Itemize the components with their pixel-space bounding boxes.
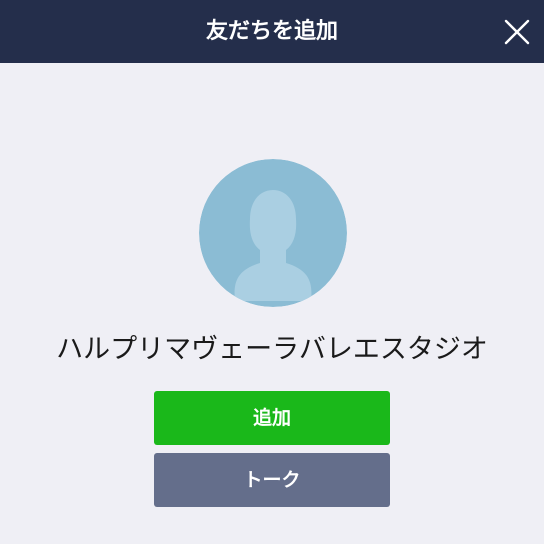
profile-avatar — [199, 159, 347, 307]
add-friend-button[interactable]: 追加 — [154, 391, 390, 445]
default-user-avatar-icon — [199, 159, 347, 307]
header-bar: 友だちを追加 — [0, 0, 544, 63]
page-title: 友だちを追加 — [205, 19, 338, 44]
talk-button[interactable]: トーク — [154, 453, 390, 507]
close-icon — [504, 19, 530, 45]
add-friend-screen: 友だちを追加 ハルプリマヴェーラバレエスタジオ 追加 トーク — [0, 0, 544, 544]
close-button[interactable] — [502, 17, 532, 47]
profile-name: ハルプリマヴェーラバレエスタジオ — [56, 334, 488, 365]
